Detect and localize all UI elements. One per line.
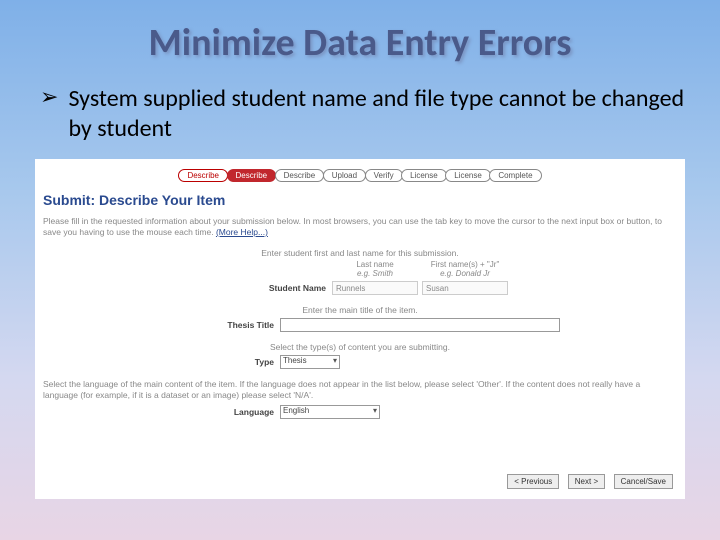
crumb-describe-1[interactable]: Describe	[178, 169, 228, 182]
crumb-describe-3[interactable]: Describe	[275, 169, 325, 182]
bullet-item: ➢ System supplied student name and file …	[30, 84, 690, 144]
crumb-describe-2[interactable]: Describe	[227, 169, 277, 182]
student-name-label: Student Name	[212, 283, 332, 293]
title-hint: Enter the main title of the item.	[43, 305, 677, 315]
student-first-field: Susan	[422, 281, 508, 295]
eg-first: e.g. Donald Jr	[420, 269, 510, 278]
more-help-link[interactable]: (More Help...)	[216, 227, 268, 237]
eg-last: e.g. Smith	[330, 269, 420, 278]
crumb-complete[interactable]: Complete	[489, 169, 541, 182]
thesis-title-input[interactable]	[280, 318, 560, 332]
crumb-upload[interactable]: Upload	[323, 169, 366, 182]
slide-title: Minimize Data Entry Errors	[30, 20, 690, 66]
cancel-save-button[interactable]: Cancel/Save	[614, 474, 673, 489]
form-screenshot: Describe Describe Describe Upload Verify…	[35, 159, 685, 499]
language-hint: Select the language of the main content …	[43, 379, 677, 401]
crumb-license-2[interactable]: License	[445, 169, 491, 182]
prev-button[interactable]: < Previous	[507, 474, 559, 489]
breadcrumb: Describe Describe Describe Upload Verify…	[43, 169, 677, 182]
type-value: Thesis	[283, 356, 307, 365]
intro-text: Please fill in the requested information…	[43, 216, 662, 237]
col-last-label: Last name	[330, 260, 420, 269]
crumb-license-1[interactable]: License	[401, 169, 447, 182]
language-value: English	[283, 406, 309, 415]
type-select: Thesis	[280, 355, 340, 369]
type-label: Type	[160, 357, 280, 367]
student-last-field: Runnels	[332, 281, 418, 295]
next-button[interactable]: Next >	[568, 474, 605, 489]
bullet-text: System supplied student name and file ty…	[68, 84, 690, 144]
form-intro: Please fill in the requested information…	[43, 216, 677, 238]
name-hint: Enter student first and last name for th…	[43, 248, 677, 258]
type-hint: Select the type(s) of content you are su…	[43, 342, 677, 352]
col-first-label: First name(s) + "Jr"	[420, 260, 510, 269]
nav-button-row: < Previous Next > Cancel/Save	[501, 474, 673, 489]
form-heading: Submit: Describe Your Item	[43, 192, 677, 208]
crumb-verify[interactable]: Verify	[365, 169, 403, 182]
arrow-icon: ➢	[40, 84, 58, 110]
language-label: Language	[160, 407, 280, 417]
thesis-title-label: Thesis Title	[160, 320, 280, 330]
language-select[interactable]: English	[280, 405, 380, 419]
